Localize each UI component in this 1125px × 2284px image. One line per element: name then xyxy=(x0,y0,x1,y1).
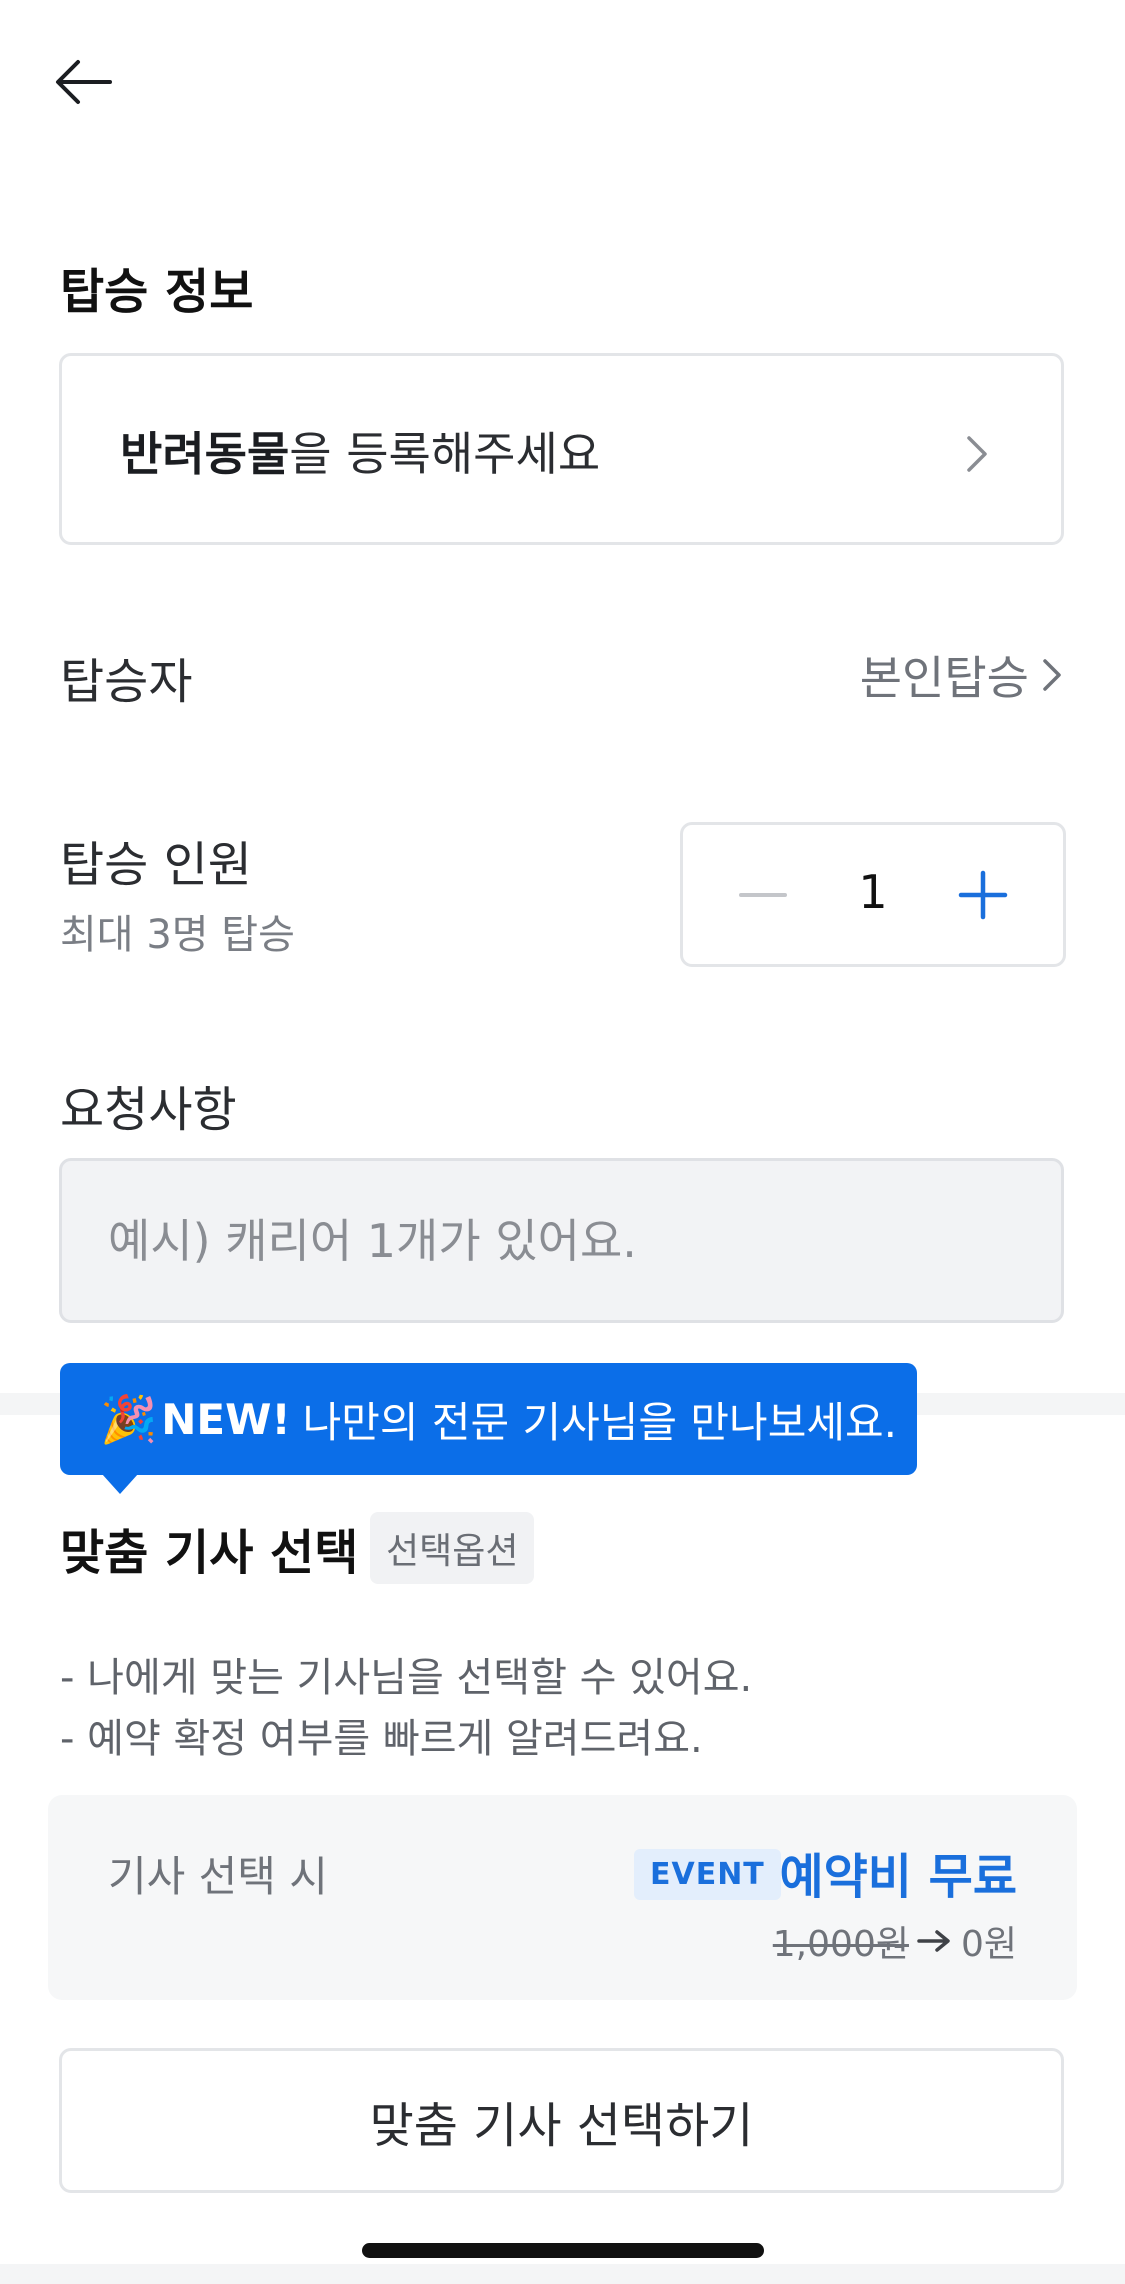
request-label: 요청사항 xyxy=(60,1082,237,1138)
new-price: 0원 xyxy=(960,1924,1017,1965)
free-fee-text: 예약비 무료 xyxy=(779,1849,1017,1905)
back-button[interactable] xyxy=(48,48,120,120)
select-driver-button[interactable]: 맞춤 기사 선택하기 xyxy=(59,2048,1064,2193)
driver-select-desc-2: - 예약 확정 여부를 빠르게 알려드려요. xyxy=(60,1716,703,1762)
new-feature-tooltip: 🎉 NEW! 나만의 전문 기사님을 만나보세요. xyxy=(60,1363,917,1475)
plus-icon xyxy=(958,870,1008,920)
chevron-right-icon xyxy=(967,436,987,472)
event-badge: EVENT xyxy=(634,1849,781,1900)
register-pet-button[interactable]: 반려동물을 등록해주세요 xyxy=(59,353,1064,545)
passenger-count-stepper: 1 xyxy=(680,822,1066,967)
price-row: 1,000원 0원 xyxy=(773,1915,1017,1967)
chevron-right-icon xyxy=(1043,659,1061,691)
section-title-boarding-info: 탑승 정보 xyxy=(60,264,254,320)
optional-badge: 선택옵션 xyxy=(370,1512,535,1584)
arrow-right-icon xyxy=(917,1930,950,1952)
passenger-value: 본인탑승 xyxy=(859,651,1029,705)
driver-select-desc-1: - 나에게 맞는 기사님을 선택할 수 있어요. xyxy=(60,1655,753,1701)
passenger-count-sublabel: 최대 3명 탑승 xyxy=(60,912,295,958)
request-input[interactable] xyxy=(59,1158,1064,1323)
passenger-selector[interactable]: 본인탑승 xyxy=(860,642,1065,708)
passenger-count-label: 탑승 인원 xyxy=(60,837,252,893)
pet-prompt: 반려동물을 등록해주세요 xyxy=(120,418,600,484)
driver-select-title: 맞춤 기사 선택 xyxy=(60,1525,359,1581)
passenger-label: 탑승자 xyxy=(60,654,193,710)
tooltip-arrow xyxy=(102,1474,138,1494)
increment-button[interactable] xyxy=(943,855,1023,935)
bottom-strip xyxy=(0,2264,1125,2284)
reservation-fee-box: 기사 선택 시 EVENT 예약비 무료 1,000원 0원 xyxy=(48,1795,1077,2000)
pet-prompt-rest: 을 등록해주세요 xyxy=(289,427,601,481)
party-popper-icon: 🎉 xyxy=(100,1391,158,1446)
old-price: 1,000원 xyxy=(772,1924,909,1965)
tooltip-new-label: NEW! xyxy=(161,1394,291,1444)
pet-prompt-bold: 반려동물 xyxy=(120,427,290,481)
fee-label: 기사 선택 시 xyxy=(108,1852,328,1901)
tooltip-message: 나만의 전문 기사님을 만나보세요. xyxy=(302,1397,897,1447)
arrow-left-icon xyxy=(56,60,112,104)
home-indicator xyxy=(362,2243,764,2258)
